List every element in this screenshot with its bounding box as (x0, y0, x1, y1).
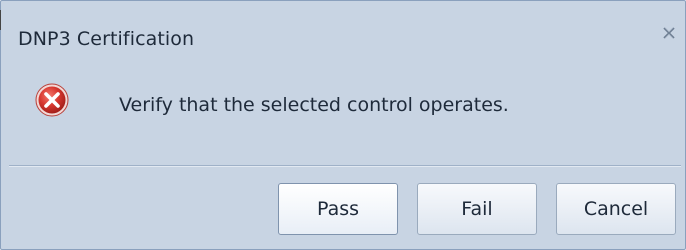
fail-button[interactable]: Fail (417, 183, 537, 235)
cancel-button[interactable]: Cancel (556, 183, 676, 235)
dialog-message: Verify that the selected control operate… (119, 94, 509, 116)
close-icon[interactable] (659, 23, 679, 43)
dialog-titlebar[interactable]: DNP3 Certification (1, 7, 685, 59)
dialog-button-bar: Pass Fail Cancel (1, 167, 685, 249)
dialog-title: DNP3 Certification (18, 28, 195, 50)
dialog-content: Verify that the selected control operate… (1, 59, 685, 165)
dnp3-certification-dialog: DNP3 Certification Verify that the selec… (0, 0, 686, 250)
window-edge-marker (0, 10, 1, 30)
error-icon (34, 82, 70, 118)
pass-button[interactable]: Pass (278, 183, 398, 235)
